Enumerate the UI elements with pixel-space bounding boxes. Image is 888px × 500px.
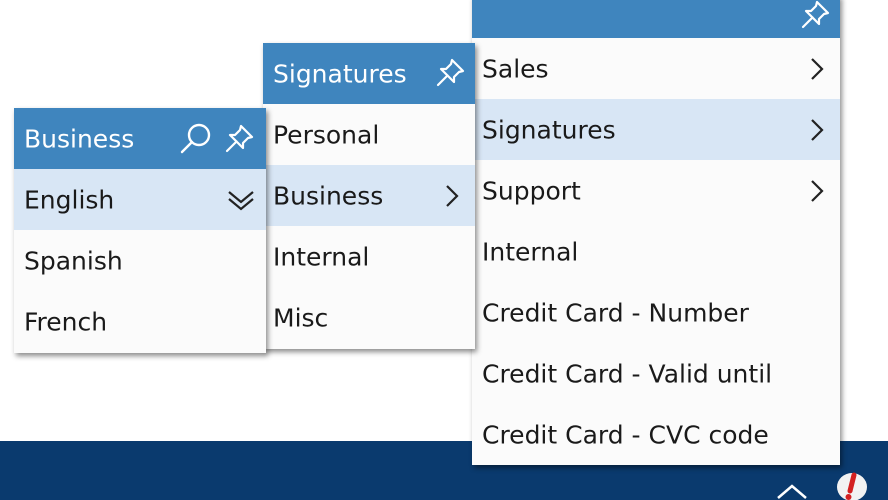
menu-item-label: Personal bbox=[273, 120, 380, 149]
pin-icon[interactable] bbox=[222, 122, 256, 156]
menu-item-business[interactable]: Business bbox=[263, 165, 475, 226]
menu-item-label: French bbox=[24, 307, 108, 336]
pin-icon[interactable] bbox=[433, 56, 467, 90]
app-alert-icon[interactable] bbox=[832, 470, 872, 500]
menu-item-label: Internal bbox=[482, 237, 579, 266]
search-icon[interactable] bbox=[178, 121, 214, 157]
signatures-menu: Signatures Personal Business Internal Mi… bbox=[263, 43, 475, 349]
chevron-right-icon bbox=[811, 57, 824, 80]
chevron-right-icon bbox=[446, 184, 459, 207]
desktop: Sales Signatures Support Internal Credit… bbox=[0, 0, 888, 500]
menu-item-label: Business bbox=[273, 181, 384, 210]
menu-item-credit-card-cvc[interactable]: Credit Card - CVC code bbox=[472, 404, 840, 465]
menu-item-french[interactable]: French bbox=[14, 291, 266, 352]
chevron-right-icon bbox=[811, 118, 824, 141]
menu-item-label: English bbox=[24, 185, 115, 214]
menu-item-label: Credit Card - CVC code bbox=[482, 420, 769, 449]
menu-item-signatures[interactable]: Signatures bbox=[472, 99, 840, 160]
chevron-up-icon[interactable] bbox=[774, 478, 810, 500]
menu-header: Business bbox=[14, 108, 266, 169]
menu-item-credit-card-valid-until[interactable]: Credit Card - Valid until bbox=[472, 343, 840, 404]
menu-item-sales[interactable]: Sales bbox=[472, 38, 840, 99]
menu-item-label: Spanish bbox=[24, 246, 123, 275]
menu-item-label: Support bbox=[482, 176, 581, 205]
menu-title: Business bbox=[24, 124, 135, 153]
menu-item-spanish[interactable]: Spanish bbox=[14, 230, 266, 291]
chevron-right-icon bbox=[811, 179, 824, 202]
menu-item-support[interactable]: Support bbox=[472, 160, 840, 221]
menu-item-internal[interactable]: Internal bbox=[472, 221, 840, 282]
menu-item-label: Credit Card - Number bbox=[482, 298, 749, 327]
menu-title: Signatures bbox=[273, 59, 407, 88]
menu-item-label: Signatures bbox=[482, 115, 616, 144]
menu-item-internal[interactable]: Internal bbox=[263, 226, 475, 287]
menu-item-label: Internal bbox=[273, 242, 370, 271]
menu-item-misc[interactable]: Misc bbox=[263, 287, 475, 348]
root-menu: Sales Signatures Support Internal Credit… bbox=[472, 0, 840, 465]
menu-item-personal[interactable]: Personal bbox=[263, 104, 475, 165]
menu-item-english[interactable]: English bbox=[14, 169, 266, 230]
menu-header bbox=[472, 0, 840, 38]
menu-item-label: Misc bbox=[273, 303, 329, 332]
chevron-down-icon bbox=[228, 190, 254, 210]
menu-item-credit-card-number[interactable]: Credit Card - Number bbox=[472, 282, 840, 343]
menu-item-label: Credit Card - Valid until bbox=[482, 359, 773, 388]
business-menu: Business English Spanish French bbox=[14, 108, 266, 353]
menu-item-label: Sales bbox=[482, 54, 549, 83]
pin-icon[interactable] bbox=[798, 0, 832, 32]
menu-header: Signatures bbox=[263, 43, 475, 104]
